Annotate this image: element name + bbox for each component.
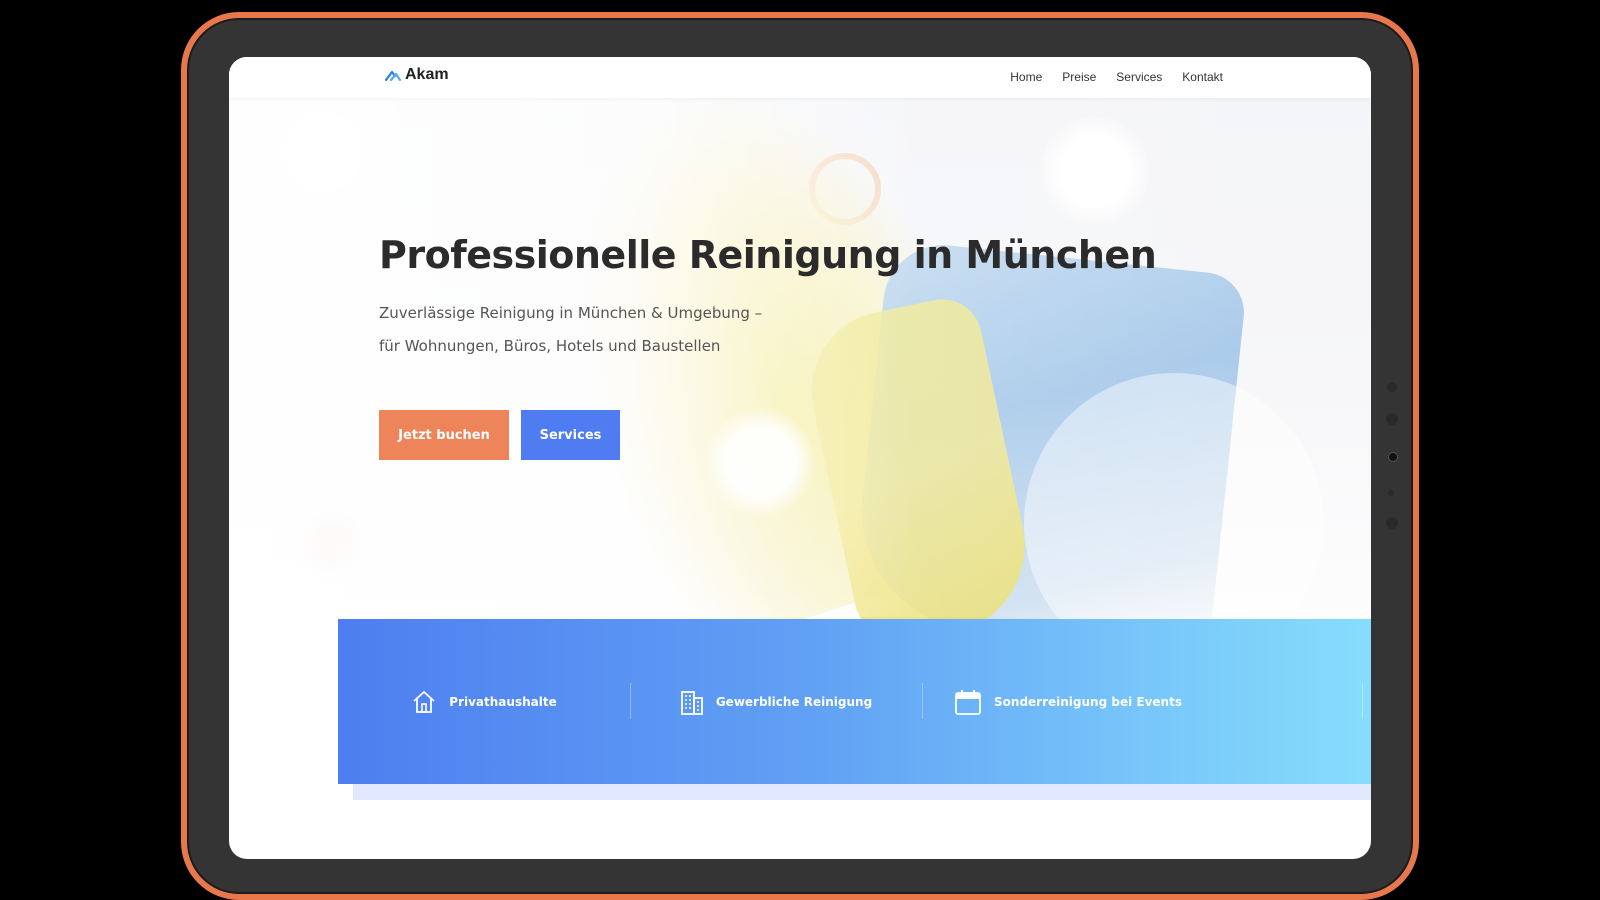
nav-home[interactable]: Home bbox=[1010, 70, 1042, 84]
brand-logo[interactable]: Akam bbox=[385, 66, 449, 84]
hero-section: Professionelle Reinigung in München Zuve… bbox=[229, 57, 1371, 673]
side-sensor bbox=[1388, 490, 1394, 496]
features-shadow bbox=[353, 784, 1371, 800]
house-icon bbox=[413, 690, 435, 713]
brand-name: Akam bbox=[405, 66, 449, 83]
feature-sonderreinigung[interactable]: Sonderreinigung bei Events bbox=[922, 619, 1214, 784]
feature-label: Sonderreinigung bei Events bbox=[994, 694, 1182, 709]
nav-services[interactable]: Services bbox=[1116, 70, 1162, 84]
feature-privathaushalte[interactable]: Privathaushalte bbox=[338, 619, 630, 784]
calendar-icon bbox=[955, 689, 981, 715]
building-icon bbox=[680, 690, 703, 715]
hero-subtitle-line: Zuverlässige Reinigung in München & Umge… bbox=[379, 304, 763, 322]
feature-label: Gewerbliche Reinigung bbox=[715, 694, 873, 709]
nav-preise[interactable]: Preise bbox=[1062, 70, 1096, 84]
nav-kontakt[interactable]: Kontakt bbox=[1182, 70, 1223, 84]
features-bar: Privathaushalte Gewerbliche Reinigung So… bbox=[338, 619, 1371, 784]
hero-subtitle: Zuverlässige Reinigung in München & Umge… bbox=[379, 297, 979, 363]
top-navbar: Akam Home Preise Services Kontakt bbox=[229, 57, 1371, 98]
services-button[interactable]: Services bbox=[521, 410, 620, 460]
side-sensor bbox=[1387, 382, 1397, 392]
hero-subtitle-line: für Wohnungen, Büros, Hotels und Baustel… bbox=[379, 337, 721, 355]
main-nav: Home Preise Services Kontakt bbox=[1010, 70, 1223, 84]
side-sensor bbox=[1386, 413, 1398, 425]
website-screen: Professionelle Reinigung in München Zuve… bbox=[229, 57, 1371, 859]
side-sensor bbox=[1386, 517, 1398, 529]
hero-title: Professionelle Reinigung in München bbox=[379, 233, 1157, 277]
feature-gewerbliche-reinigung[interactable]: Gewerbliche Reinigung bbox=[630, 619, 922, 784]
camera-icon bbox=[1389, 453, 1397, 461]
logo-icon bbox=[385, 70, 401, 81]
book-now-button[interactable]: Jetzt buchen bbox=[379, 410, 509, 460]
divider bbox=[1362, 683, 1363, 719]
feature-label: Privathaushalte bbox=[449, 694, 557, 709]
